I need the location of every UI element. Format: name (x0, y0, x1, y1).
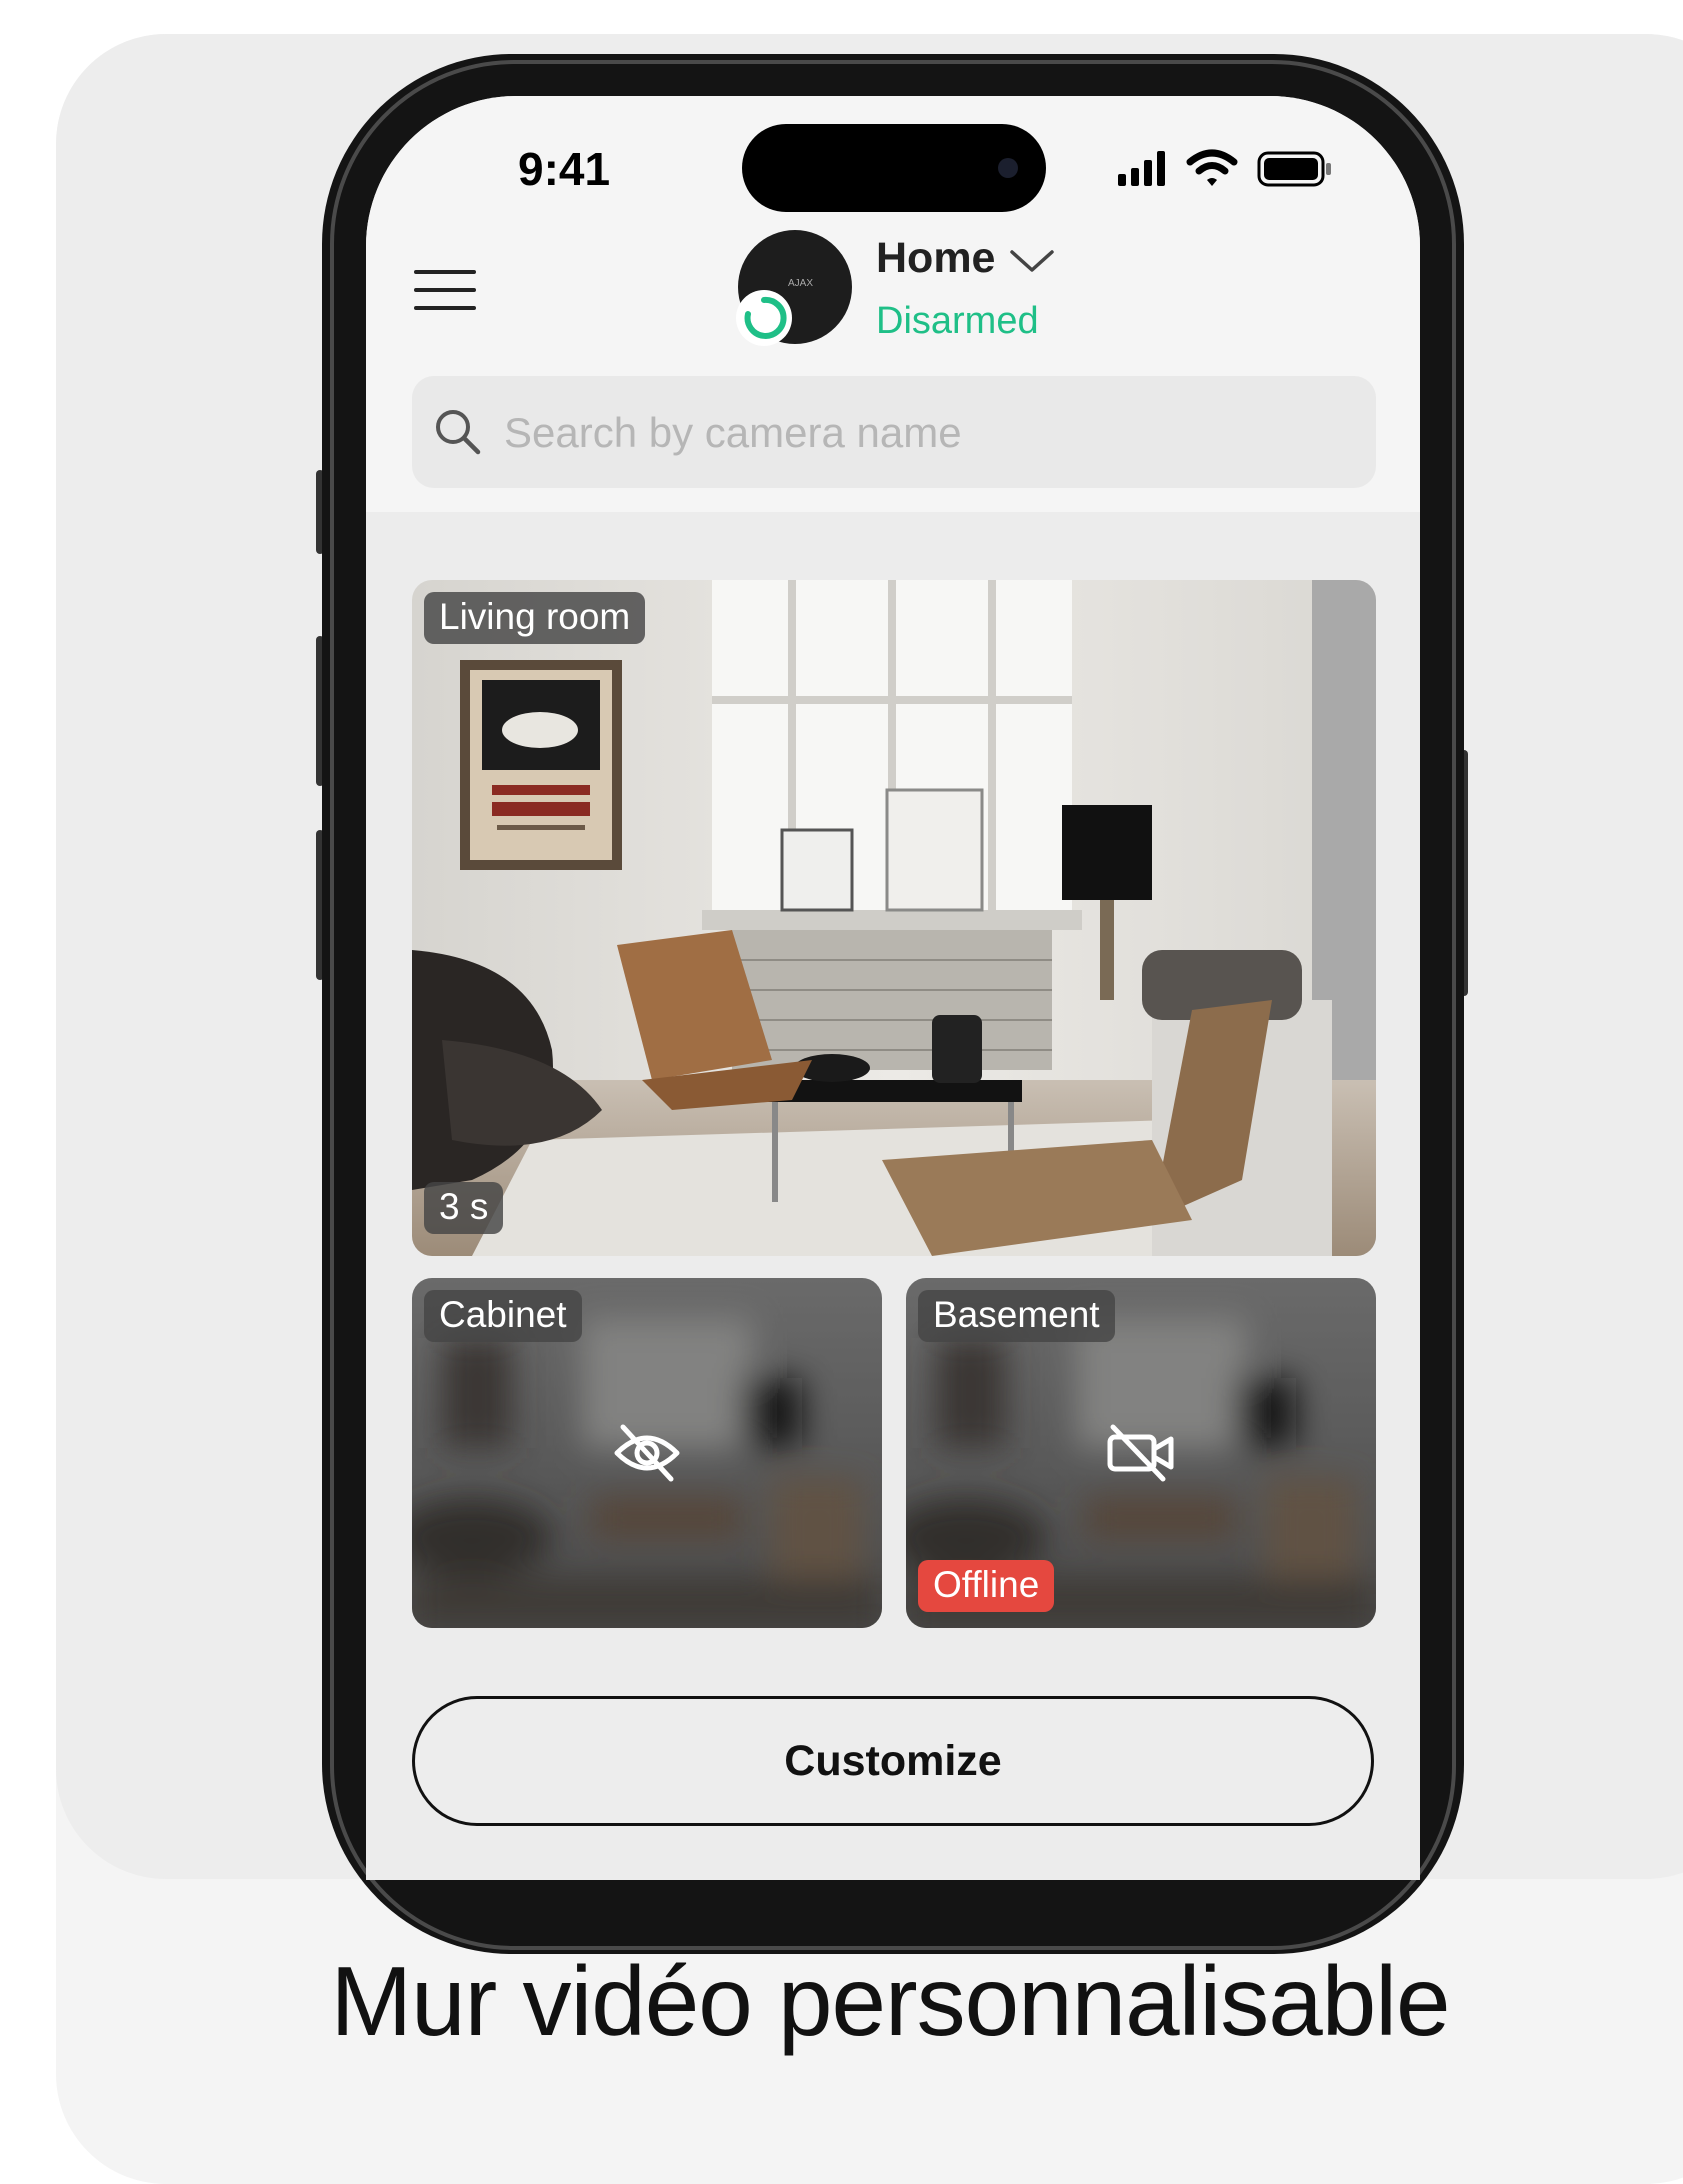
camera-tile-living-room[interactable]: Living room 3 s (412, 580, 1376, 1256)
search-bar[interactable] (412, 376, 1376, 488)
camera-name-badge: Cabinet (424, 1290, 582, 1342)
camera-tile-basement[interactable]: Basement Offline (906, 1278, 1376, 1628)
front-camera (998, 158, 1018, 178)
hub-security-status: Disarmed (876, 300, 1039, 342)
hub-connecting-indicator (736, 290, 792, 346)
battery-icon (1257, 151, 1331, 187)
dynamic-island (742, 124, 1046, 212)
wifi-icon (1186, 149, 1238, 186)
status-icons (1118, 149, 1331, 187)
promo-caption: Mur vidéo personnalisable (330, 1946, 1451, 2056)
camera-name-badge: Basement (918, 1290, 1115, 1342)
chevron-down-icon[interactable] (1008, 246, 1056, 276)
recording-duration-badge: 3 s (424, 1182, 504, 1234)
signal-icon (1118, 151, 1165, 186)
hub-name[interactable]: Home (876, 234, 995, 283)
hub-logo: AJAX (788, 278, 814, 289)
camera-preview-image (412, 580, 1376, 1256)
status-time: 9:41 (518, 143, 611, 195)
camera-name-badge: Living room (424, 592, 646, 644)
camera-tile-cabinet[interactable]: Cabinet (412, 1278, 882, 1628)
search-icon (436, 410, 481, 455)
eye-off-icon (614, 1424, 680, 1482)
customize-button[interactable]: Customize (412, 1696, 1374, 1826)
search-input[interactable] (502, 394, 1346, 472)
loading-spinner-icon (744, 296, 787, 339)
video-off-icon (1107, 1424, 1174, 1482)
offline-status-badge: Offline (918, 1560, 1055, 1612)
menu-button[interactable] (414, 266, 478, 314)
app-screen: 9:41 AJAX Home Disarmed Search by camera… (366, 96, 1420, 1880)
